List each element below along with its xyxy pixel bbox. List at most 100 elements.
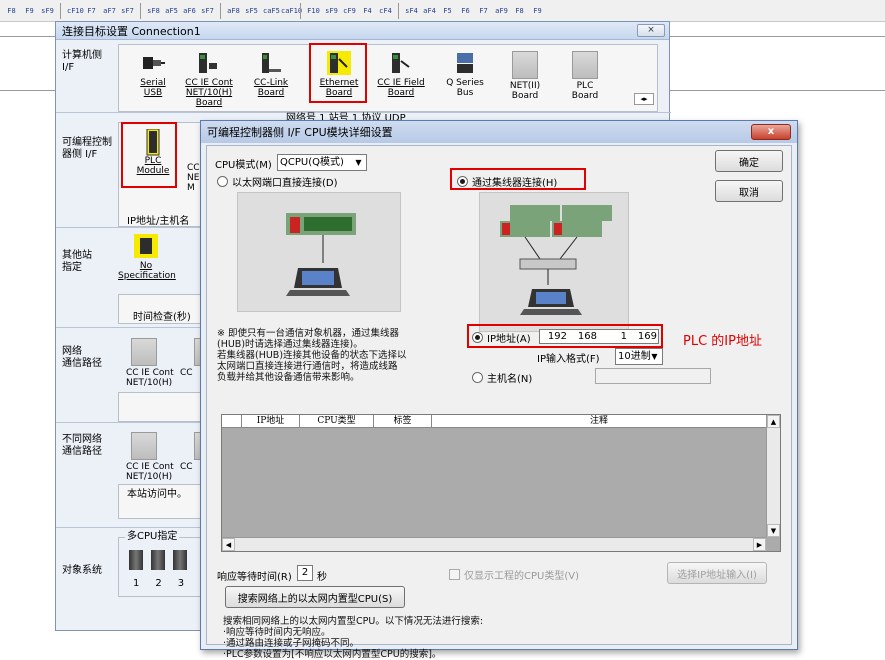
ip-format-label: IP输入格式(F) (537, 354, 600, 365)
toolbar-button[interactable]: cF10 (66, 3, 84, 18)
toolbar-button[interactable]: F4 (360, 3, 375, 18)
pc-side-label: 计算机侧 I/F (62, 50, 102, 73)
direct-connect-diagram (237, 192, 401, 312)
toolbar-button[interactable]: sF8 (146, 3, 161, 18)
toolbar-button[interactable]: F7 (476, 3, 491, 18)
serial-usb-option[interactable]: Serial USB (125, 51, 181, 98)
select-ip-button[interactable]: 选择IP地址输入(I) (667, 562, 767, 584)
scroll-right-icon[interactable]: ▶ (753, 538, 766, 551)
ip-hostname-label: IP地址/主机名 (127, 216, 190, 227)
vertical-scrollbar[interactable]: ▲ ▼ (766, 415, 780, 537)
toolbar-button[interactable]: cF9 (342, 3, 357, 18)
direct-connect-radio[interactable]: 以太网端口直接连接(D) (217, 174, 338, 189)
cpu-list-table: IP地址 CPU类型 标签 注释 ▲ ▼ ◀ ▶ (221, 414, 781, 552)
no-specification-option[interactable]: No Specification (118, 234, 176, 281)
multi-cpu-label: 多CPU指定 (125, 531, 180, 542)
toolbar-button[interactable]: sF4 (404, 3, 419, 18)
toolbar-button[interactable]: F7 (84, 3, 99, 18)
toolbar-button[interactable]: F6 (458, 3, 473, 18)
no-spec-icon (134, 234, 158, 258)
toolbar-button[interactable]: F10 (306, 3, 321, 18)
chevron-down-icon: ▼ (355, 158, 362, 167)
ok-button[interactable]: 确定 (715, 150, 783, 172)
radio-dot (217, 176, 228, 187)
cc-link-option[interactable]: CC-Link Board (243, 51, 299, 98)
toolbar-button[interactable]: sF9 (324, 3, 339, 18)
host-name-radio[interactable]: 主机名(N) (472, 370, 532, 385)
search-cpu-button[interactable]: 搜索网络上的以太网内置型CPU(S) (225, 586, 405, 608)
plc-board-icon (572, 51, 598, 79)
cpu-2-icon[interactable] (151, 550, 165, 570)
cc-ie-cont-diff-label: CC IE Cont NET/10(H) (126, 462, 174, 482)
cc-ie-cont-diff-icon[interactable] (131, 432, 157, 460)
cc-ie-cont-route-icon[interactable] (131, 338, 157, 366)
scroll-down-icon[interactable]: ▼ (767, 524, 780, 537)
toolbar-button[interactable]: F5 (440, 3, 455, 18)
plc-board-option[interactable]: PLC Board (557, 51, 613, 101)
column-header-ip: IP地址 (242, 415, 300, 427)
wait-time-label: 响应等待时间(R) (217, 572, 292, 583)
column-header-label: 标签 (374, 415, 432, 427)
cpu-1-icon[interactable] (129, 550, 143, 570)
cc-link-label: CC-Link Board (253, 78, 289, 98)
toolbar-button[interactable]: caF10 (280, 3, 302, 18)
q-series-bus-option[interactable]: Q Series Bus (437, 51, 493, 98)
bus-icon (453, 51, 477, 75)
cc-ie-field-option[interactable]: CC IE Field Board (373, 51, 429, 98)
diff-network-label: 不同网络 通信路径 (62, 434, 102, 457)
cpu-3-icon[interactable] (173, 550, 187, 570)
toolbar-button[interactable]: F9 (530, 3, 545, 18)
net-ii-option[interactable]: NET(II) Board (497, 51, 553, 101)
host-name-input[interactable] (595, 368, 711, 384)
toolbar-button[interactable]: F8 (512, 3, 527, 18)
cc-ie-cont-route-label: CC IE Cont NET/10(H) (126, 368, 174, 388)
dialog-close-button[interactable]: x (751, 124, 791, 140)
cancel-button[interactable]: 取消 (715, 180, 783, 202)
toolbar-button[interactable]: aF4 (422, 3, 437, 18)
toolbar-separator (60, 2, 61, 19)
direct-connect-illustration (286, 213, 356, 296)
toolbar-button[interactable]: aF7 (102, 3, 117, 18)
cc-ie-cont-option[interactable]: CC IE Cont NET/10(H) Board (181, 51, 237, 108)
cpu-mode-select[interactable]: QCPU(Q模式) ▼ (277, 154, 367, 171)
no-specification-label: No Specification (118, 261, 176, 281)
toolbar-button[interactable]: F8 (4, 3, 19, 18)
ip-address-highlight (467, 324, 663, 348)
toolbar-button[interactable]: sF7 (200, 3, 215, 18)
toolbar-button[interactable]: sF9 (40, 3, 55, 18)
plc-module-highlight (121, 122, 177, 188)
ip-format-value: 10进制 (618, 351, 651, 362)
scroll-arrows[interactable]: ◂▸ (634, 93, 654, 105)
host-name-label: 主机名(N) (487, 374, 533, 385)
ip-format-select[interactable]: 10进制 ▼ (615, 348, 663, 365)
wait-time-input[interactable]: 2 (297, 565, 313, 581)
toolbar-button[interactable]: caF5 (262, 3, 280, 18)
dialog-title: 可编程控制器侧 I/F CPU模块详细设置 (207, 126, 393, 139)
cc-ie-field-label: CC IE Field Board (377, 78, 425, 98)
toolbar-separator (140, 2, 141, 19)
cc-ie-cont-label: CC IE Cont NET/10(H) Board (185, 78, 233, 108)
toolbar-button[interactable]: sF5 (244, 3, 259, 18)
target-system-label: 对象系统 (62, 565, 102, 576)
cc-diff-label: CC (180, 462, 193, 472)
scroll-up-icon[interactable]: ▲ (767, 415, 780, 428)
cc-route-label: CC (180, 368, 193, 378)
close-button[interactable]: ⨯ (637, 24, 665, 37)
scroll-left-icon[interactable]: ◀ (222, 538, 235, 551)
toolbar-button[interactable]: cF4 (378, 3, 393, 18)
toolbar-button[interactable]: aF8 (226, 3, 241, 18)
toolbar-button[interactable]: aF5 (164, 3, 179, 18)
net-ii-icon (512, 51, 538, 79)
window-titlebar: 连接目标设置 Connection1 ⨯ (56, 22, 669, 40)
hub-connect-illustration (500, 205, 612, 315)
window-title: 连接目标设置 Connection1 (62, 24, 201, 38)
toolbar-button[interactable]: aF9 (494, 3, 509, 18)
cpu-icons (129, 550, 187, 570)
toolbar-button[interactable]: sF7 (120, 3, 135, 18)
toolbar-button[interactable]: aF6 (182, 3, 197, 18)
horizontal-scrollbar[interactable]: ◀ ▶ (222, 537, 766, 551)
table-header: IP地址 CPU类型 标签 注释 (222, 415, 766, 428)
show-project-cpu-checkbox[interactable]: 仅显示工程的CPU类型(V) (449, 567, 579, 582)
checkbox-box (449, 569, 460, 580)
toolbar-button[interactable]: F9 (22, 3, 37, 18)
